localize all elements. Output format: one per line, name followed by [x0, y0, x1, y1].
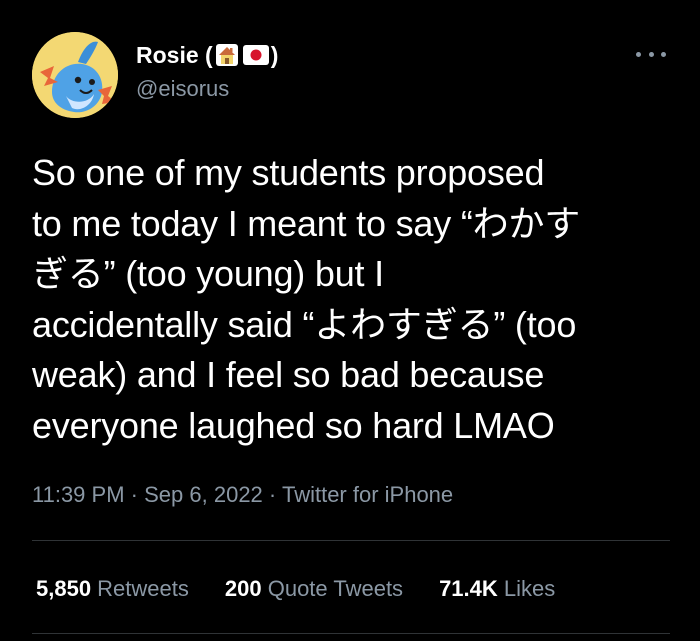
author-handle[interactable]: @eisorus	[136, 74, 278, 104]
house-emoji	[214, 42, 240, 68]
quote-tweets-label: Quote Tweets	[267, 576, 404, 601]
meta-separator: ·	[130, 482, 145, 507]
tweet-header: Rosie ( ) @eisorus	[32, 32, 672, 120]
meta-separator: ·	[268, 482, 282, 507]
retweets-label: Retweets	[97, 576, 189, 601]
dot	[636, 51, 641, 57]
quote-tweets-stat[interactable]: 200 Quote Tweets	[225, 574, 403, 604]
display-name-prefix: Rosie (	[136, 42, 213, 68]
mudkip-avatar-icon	[32, 32, 118, 118]
likes-stat[interactable]: 71.4K Likes	[439, 574, 555, 604]
dot	[661, 51, 666, 57]
divider	[32, 633, 670, 634]
display-name[interactable]: Rosie ( )	[136, 40, 278, 70]
retweets-count: 5,850	[36, 576, 98, 601]
likes-count: 71.4K	[439, 576, 504, 601]
tweet-meta: 11:39 PM · Sep 6, 2022 · Twitter for iPh…	[32, 480, 453, 510]
author-names: Rosie ( ) @eisorus	[136, 40, 278, 104]
display-name-suffix: )	[270, 42, 279, 68]
quote-tweets-count: 200	[224, 576, 268, 601]
avatar[interactable]	[32, 32, 118, 118]
tweet-stats: 5,850 Retweets 200 Quote Tweets 71.4K Li…	[36, 574, 591, 604]
divider	[32, 540, 670, 541]
tweet-text: So one of my students proposed to me tod…	[32, 152, 581, 446]
tweet-card: Rosie ( ) @eisorus So one of my students…	[0, 0, 700, 641]
tweet-source[interactable]: Twitter for iPhone	[282, 482, 453, 507]
japan-flag-emoji	[242, 44, 270, 66]
more-options-icon[interactable]	[636, 44, 666, 64]
tweet-time[interactable]: 11:39 PM	[32, 482, 125, 507]
likes-label: Likes	[503, 576, 556, 601]
retweets-stat[interactable]: 5,850 Retweets	[36, 574, 189, 604]
tweet-date[interactable]: Sep 6, 2022	[144, 482, 263, 507]
dot	[648, 51, 654, 57]
